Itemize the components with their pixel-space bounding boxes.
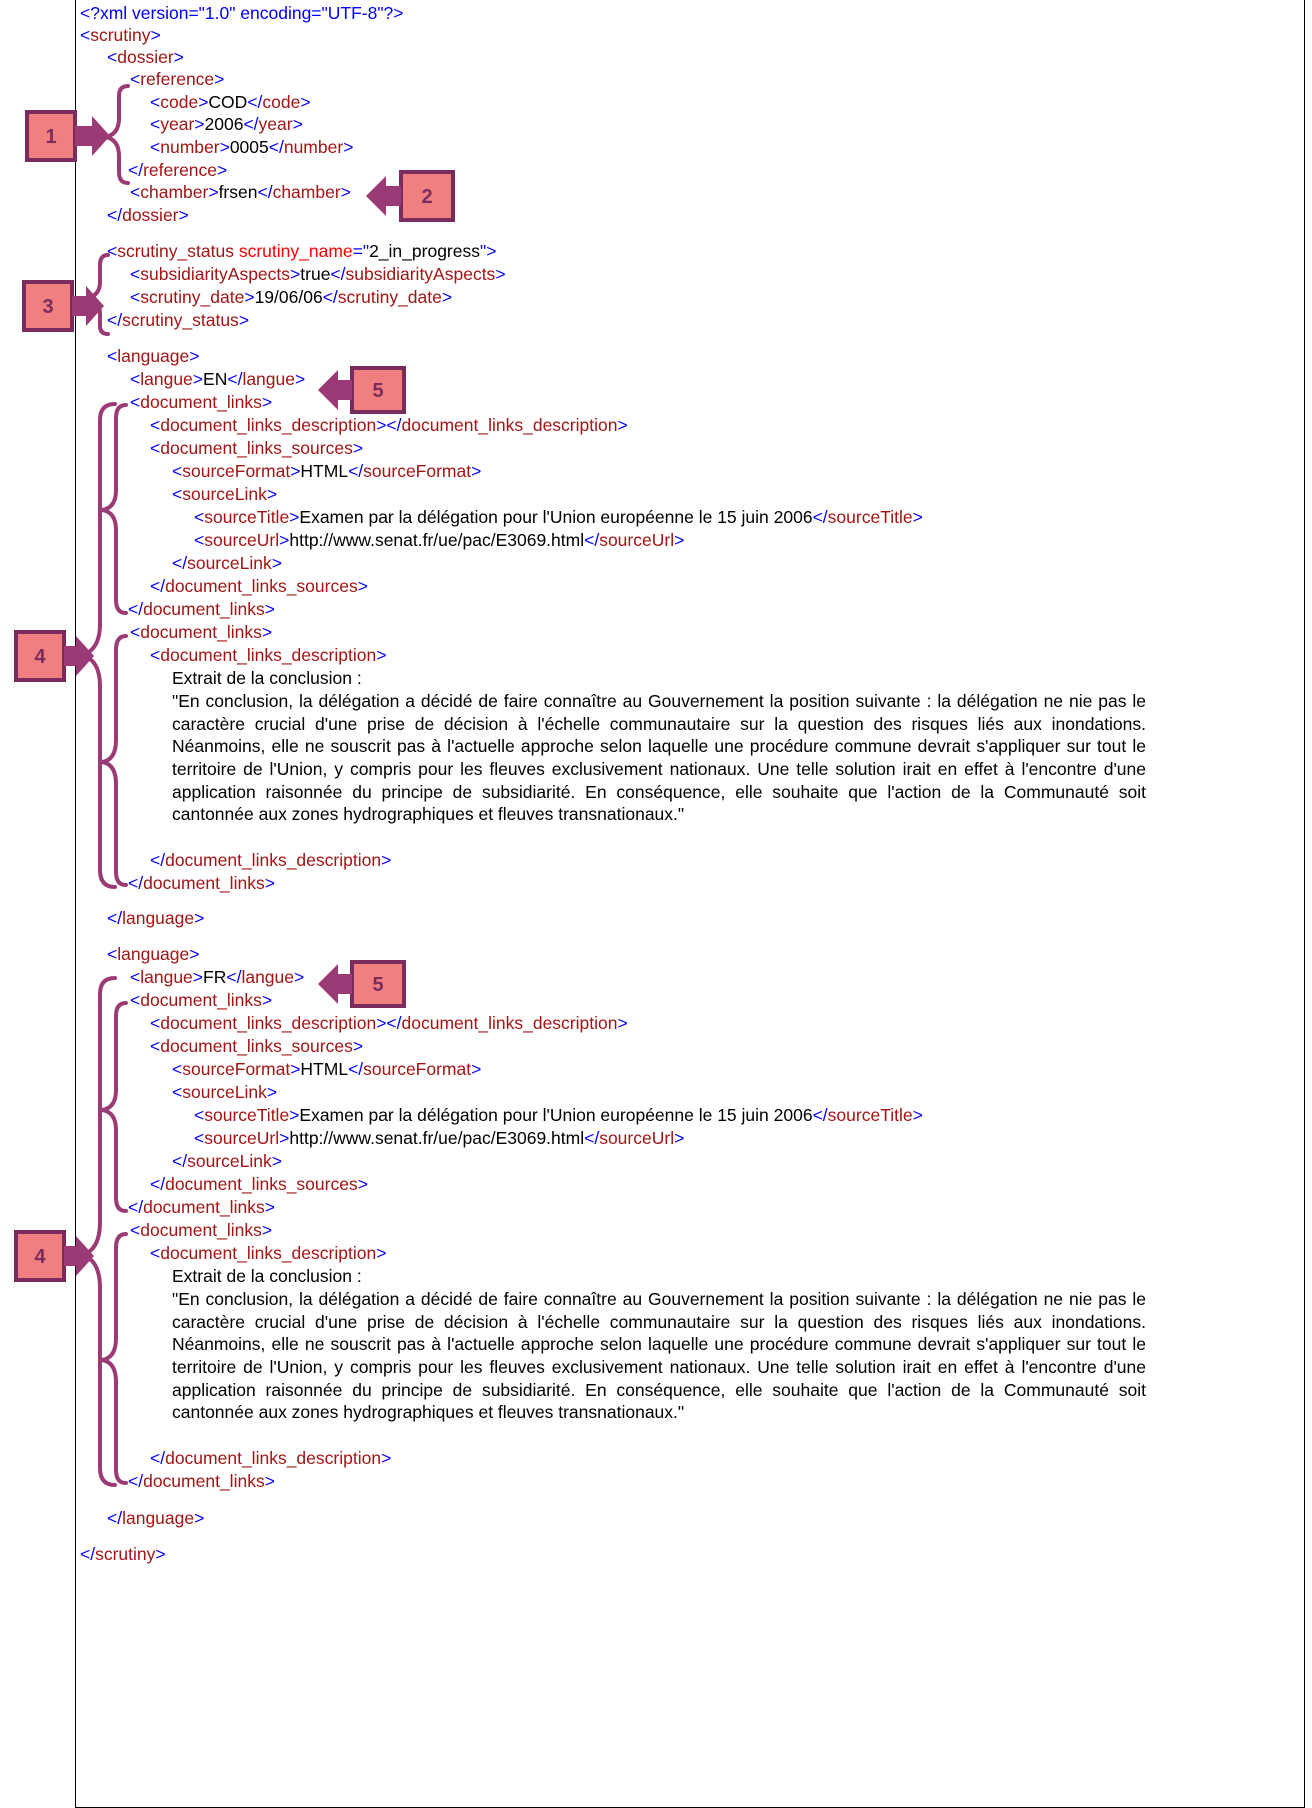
- scrutiny-status-close: </scrutiny_status>: [107, 310, 250, 330]
- source-link-open: <sourceLink>: [172, 484, 278, 504]
- links-description-close: </document_links_description>: [150, 850, 392, 870]
- source-format-line: <sourceFormat>HTML</sourceFormat>: [172, 1059, 482, 1079]
- code-line: <code>COD</code>: [150, 92, 311, 112]
- source-title-line: <sourceTitle>Examen par la délégation po…: [194, 507, 923, 527]
- number-line: <number>0005</number>: [150, 137, 354, 157]
- excerpt-heading: Extrait de la conclusion :: [172, 1266, 362, 1286]
- links-sources-open: <document_links_sources>: [150, 438, 364, 458]
- root-close: </scrutiny>: [80, 1544, 166, 1564]
- links-description-empty: <document_links_description></document_l…: [150, 415, 628, 435]
- source-url-line: <sourceUrl>http://www.senat.fr/ue/pac/E3…: [194, 1128, 685, 1148]
- document-links-close: </document_links>: [128, 1471, 275, 1491]
- excerpt-text: "En conclusion, la délégation a décidé d…: [172, 691, 1146, 825]
- langue-line: <langue>FR</langue>: [130, 967, 305, 987]
- scrutiny-date-line: <scrutiny_date>19/06/06</scrutiny_date>: [130, 287, 453, 307]
- reference-close: </reference>: [128, 160, 228, 180]
- links-sources-close: </document_links_sources>: [150, 576, 368, 596]
- links-description-close: </document_links_description>: [150, 1448, 392, 1468]
- links-sources-close: </document_links_sources>: [150, 1174, 368, 1194]
- callout-3-label: 3: [42, 296, 53, 318]
- language-open: <language>: [107, 346, 200, 366]
- document-links-open: <document_links>: [130, 392, 273, 412]
- language-close: </language>: [107, 1508, 205, 1528]
- langue-line: <langue>EN</langue>: [130, 369, 306, 389]
- dossier-close: </dossier>: [107, 205, 189, 225]
- document-links-close: </document_links>: [128, 599, 275, 619]
- source-url-line: <sourceUrl>http://www.senat.fr/ue/pac/E3…: [194, 530, 685, 550]
- scrutiny-status-open: <scrutiny_status scrutiny_name="2_in_pro…: [107, 241, 497, 261]
- source-link-close: </sourceLink>: [172, 1151, 282, 1171]
- source-link-close: </sourceLink>: [172, 553, 282, 573]
- xml-declaration: <?xml version="1.0" encoding="UTF-8"?>: [80, 3, 404, 23]
- xml-document: <?xml version="1.0" encoding="UTF-8"?> <…: [0, 0, 1312, 1808]
- document-links-close: </document_links>: [128, 1197, 275, 1217]
- language-close: </language>: [107, 908, 205, 928]
- links-description-open: <document_links_description>: [150, 1243, 387, 1263]
- links-sources-open: <document_links_sources>: [150, 1036, 364, 1056]
- document-links-open: <document_links>: [130, 1220, 273, 1240]
- language-open: <language>: [107, 944, 200, 964]
- excerpt-text: "En conclusion, la délégation a décidé d…: [172, 1289, 1146, 1423]
- dossier-open: <dossier>: [107, 47, 184, 67]
- source-title-line: <sourceTitle>Examen par la délégation po…: [194, 1105, 923, 1125]
- callout-4-en-label: 4: [34, 646, 46, 668]
- document-links-open: <document_links>: [130, 622, 273, 642]
- links-description-open: <document_links_description>: [150, 645, 387, 665]
- document-links-close: </document_links>: [128, 873, 275, 893]
- callout-4-fr-label: 4: [34, 1246, 46, 1268]
- callout-1-label: 1: [45, 126, 56, 148]
- excerpt-heading: Extrait de la conclusion :: [172, 668, 362, 688]
- subsidiarity-line: <subsidiarityAspects>true</subsidiarityA…: [130, 264, 506, 284]
- source-format-line: <sourceFormat>HTML</sourceFormat>: [172, 461, 482, 481]
- year-line: <year>2006</year>: [150, 114, 303, 134]
- document-links-open: <document_links>: [130, 990, 273, 1010]
- root-open: <scrutiny>: [80, 25, 161, 45]
- links-description-empty: <document_links_description></document_l…: [150, 1013, 628, 1033]
- chamber-line: <chamber>frsen</chamber>: [130, 182, 351, 202]
- reference-open: <reference>: [130, 69, 225, 89]
- source-link-open: <sourceLink>: [172, 1082, 278, 1102]
